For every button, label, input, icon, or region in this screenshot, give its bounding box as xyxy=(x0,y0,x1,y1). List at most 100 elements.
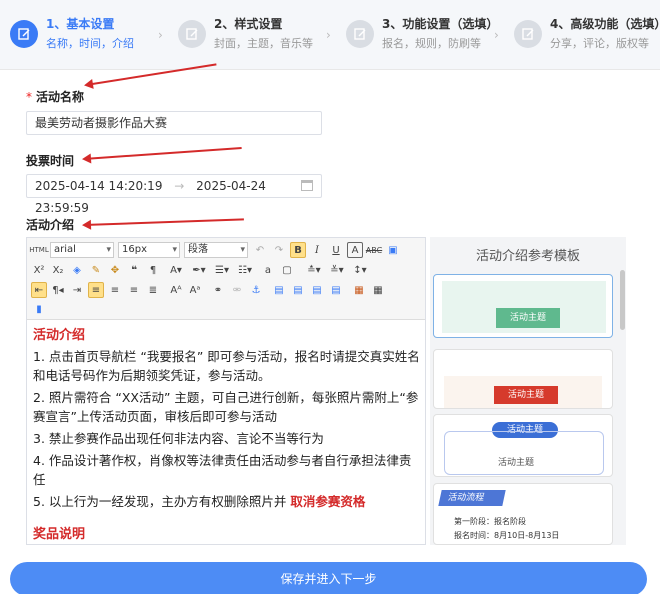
step-sub: 报名，规则，防刷等 xyxy=(382,37,481,50)
template-line: 报名时间：8月10日-8月13日 xyxy=(454,531,560,540)
image-right-icon[interactable]: ▤ xyxy=(309,282,325,298)
paragraph-select[interactable]: 段落 xyxy=(184,242,248,258)
template-tag: 活动流程 xyxy=(438,490,506,506)
editor-content[interactable]: 活动介绍 1. 点击首页导航栏 “我要报名” 即可参与活动，报名时请提交真实姓名… xyxy=(33,326,421,544)
template-card[interactable]: 活动主题 xyxy=(433,274,613,338)
italic-icon[interactable]: I xyxy=(309,242,325,258)
insert-table-icon[interactable]: ▦ xyxy=(370,282,386,298)
template-scrollbar[interactable] xyxy=(620,270,625,330)
template-card[interactable]: 活动主题 xyxy=(433,349,613,409)
calendar-icon xyxy=(301,180,313,191)
line-height-icon[interactable]: ↕▾ xyxy=(352,262,368,278)
save-draft-icon[interactable]: ▮ xyxy=(31,301,47,317)
insert-image-icon[interactable]: ▦ xyxy=(351,282,367,298)
intro-label: 活动介绍 xyxy=(26,218,75,232)
step-title: 4、高级功能（选填） xyxy=(550,17,660,31)
step-sub: 分享，评论，版权等 xyxy=(550,37,649,50)
unordered-list-icon[interactable]: ☷▾ xyxy=(237,262,253,278)
background-color-icon[interactable]: ✒▾ xyxy=(191,262,207,278)
content-heading-next: 奖品说明 xyxy=(33,527,86,542)
align-left-icon[interactable]: ≡ xyxy=(88,282,104,298)
uppercase-icon[interactable]: Aᴬ xyxy=(168,282,184,298)
html-source-icon[interactable]: HTML xyxy=(29,242,48,258)
content-paragraph: 1. 点击首页导航栏 “我要报名” 即可参与活动，报名时请提交真实姓名和电话号码… xyxy=(33,349,420,383)
underline-icon[interactable]: U xyxy=(328,242,344,258)
image-none-icon[interactable]: ▤ xyxy=(271,282,287,298)
auto-format-icon[interactable]: ✥ xyxy=(107,262,123,278)
subscript-icon[interactable]: X₂ xyxy=(50,262,66,278)
activity-name-input[interactable]: 最美劳动者摄影作品大赛 xyxy=(26,111,322,135)
paragraph-mark-icon[interactable]: ¶◂ xyxy=(50,282,66,298)
start-time: 2025-04-14 14:20:19 xyxy=(35,179,163,193)
save-next-button[interactable]: 保存并进入下一步 xyxy=(10,562,647,594)
indent-icon[interactable]: ⇥ xyxy=(69,282,85,298)
image-left-icon[interactable]: ▤ xyxy=(290,282,306,298)
eraser-icon[interactable]: ◈ xyxy=(69,262,85,278)
step-title: 3、功能设置（选填） xyxy=(382,17,499,31)
align-justify-icon[interactable]: ≣ xyxy=(145,282,161,298)
template-frame xyxy=(444,431,604,475)
time-label: 投票时间 xyxy=(26,154,75,168)
font-color-icon[interactable]: A▾ xyxy=(168,262,184,278)
template-panel: 活动介绍参考模板 活动主题 活动主题 活动主题 活动主题 活动流程 第一阶段：报… xyxy=(430,237,626,545)
pure-text-icon[interactable]: ¶ xyxy=(145,262,161,278)
step-sub: 名称，时间，介绍 xyxy=(46,37,134,50)
font-size-select[interactable]: 16px xyxy=(118,242,180,258)
strikethrough-icon[interactable]: ABC xyxy=(366,242,382,258)
step-edit-icon xyxy=(346,20,374,48)
align-center-icon[interactable]: ≡ xyxy=(107,282,123,298)
select-all-icon[interactable]: a xyxy=(260,262,276,278)
step-sub: 封面，主题，音乐等 xyxy=(214,37,313,50)
link-icon[interactable]: ⚭ xyxy=(210,282,226,298)
steps-bar: 1、基本设置 名称，时间，介绍 › 2、样式设置 封面，主题，音乐等 › 3、功… xyxy=(0,0,660,70)
annotation-arrow xyxy=(83,218,244,226)
chevron-right-icon: › xyxy=(494,28,499,42)
step-title: 1、基本设置 xyxy=(46,17,115,31)
vote-time-range[interactable]: 2025-04-14 14:20:19 → 2025-04-24 23:59:5… xyxy=(26,174,322,215)
template-card[interactable]: 活动主题 活动主题 xyxy=(433,414,613,477)
bold-icon[interactable]: B xyxy=(290,242,306,258)
lowercase-icon[interactable]: Aᵃ xyxy=(187,282,203,298)
editor-toolbar: HTML arial 16px 段落 ↶ ↷ B I U A ABC ▣ X² … xyxy=(27,238,425,320)
step-function[interactable]: 3、功能设置（选填） 报名，规则，防刷等 xyxy=(346,16,498,60)
fullscreen-icon[interactable]: ▣ xyxy=(385,242,401,258)
step-edit-icon xyxy=(10,20,38,48)
image-center-icon[interactable]: ▤ xyxy=(328,282,344,298)
undo-icon[interactable]: ↶ xyxy=(252,242,268,258)
template-line: 第一阶段：报名阶段 xyxy=(454,517,526,526)
template-label: 活动主题 xyxy=(498,458,535,468)
superscript-icon[interactable]: X² xyxy=(31,262,47,278)
anchor-icon[interactable]: ⚓ xyxy=(248,282,264,298)
clear-doc-icon[interactable]: ▢ xyxy=(279,262,295,278)
step-basic[interactable]: 1、基本设置 名称，时间，介绍 xyxy=(10,16,134,60)
step-style[interactable]: 2、样式设置 封面，主题，音乐等 xyxy=(178,16,313,60)
font-border-icon[interactable]: A xyxy=(347,242,363,258)
format-painter-icon[interactable]: ✎ xyxy=(88,262,104,278)
chevron-right-icon: › xyxy=(158,28,163,42)
template-label: 活动主题 xyxy=(494,386,558,404)
align-right-icon[interactable]: ≡ xyxy=(126,282,142,298)
step-title: 2、样式设置 xyxy=(214,17,283,31)
name-label-row: * 活动名称 xyxy=(26,88,84,105)
content-paragraph: 3. 禁止参赛作品出现任何非法内容、言论不当等行为 xyxy=(33,431,324,446)
font-family-select[interactable]: arial xyxy=(50,242,114,258)
name-label: 活动名称 xyxy=(36,90,85,104)
rich-text-editor[interactable]: HTML arial 16px 段落 ↶ ↷ B I U A ABC ▣ X² … xyxy=(26,237,426,545)
step-edit-icon xyxy=(514,20,542,48)
step-advanced[interactable]: 4、高级功能（选填） 分享，评论，版权等 xyxy=(514,16,660,60)
template-card[interactable]: 活动流程 第一阶段：报名阶段 报名时间：8月10日-8月13日 xyxy=(433,483,613,545)
content-paragraph: 4. 作品设计著作权，肖像权等法律责任由活动参与者自行承担法律责任 xyxy=(33,453,412,487)
row-spacing-top-icon[interactable]: ≛▾ xyxy=(306,262,322,278)
directionality-icon[interactable]: ⇤ xyxy=(31,282,47,298)
ordered-list-icon[interactable]: ☰▾ xyxy=(214,262,230,278)
template-panel-title: 活动介绍参考模板 xyxy=(475,249,580,264)
template-label: 活动主题 xyxy=(496,308,560,328)
unlink-icon[interactable]: ⚮ xyxy=(229,282,245,298)
content-paragraph: 2. 照片需符合 “XX活动” 主题，可自己进行创新，每张照片需附上“参赛宣言”… xyxy=(33,390,419,424)
content-heading: 活动介绍 xyxy=(33,328,86,343)
redo-icon[interactable]: ↷ xyxy=(271,242,287,258)
row-spacing-bottom-icon[interactable]: ≚▾ xyxy=(329,262,345,278)
content-text: 5. 以上行为一经发现，主办方有权删除照片并 xyxy=(33,494,291,509)
step-edit-icon xyxy=(178,20,206,48)
blockquote-icon[interactable]: ❝ xyxy=(126,262,142,278)
